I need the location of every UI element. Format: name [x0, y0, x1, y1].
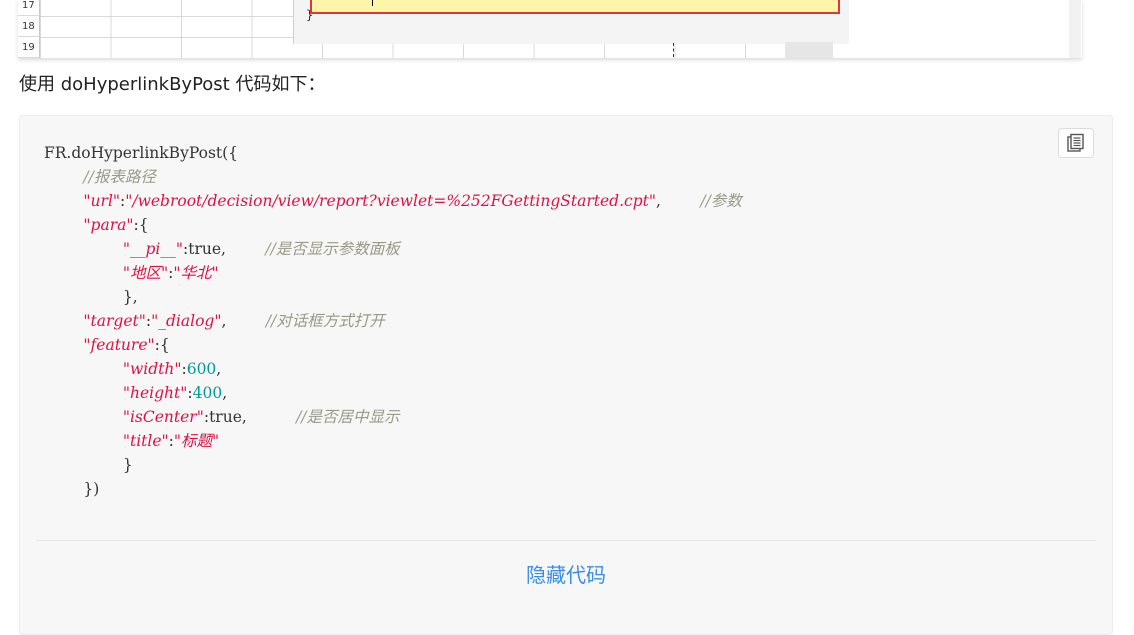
code-editor-dialog: }	[293, 0, 851, 44]
embedded-screenshot: 17 18 19 }	[18, 0, 1082, 58]
code-listing: FR.doHyperlinkByPost({ //报表路径 "url":"/we…	[44, 144, 742, 498]
scrollbar	[785, 42, 833, 58]
comment-center: //是否居中显示	[296, 408, 400, 426]
height-key: "height"	[122, 384, 188, 402]
closing-brace: }	[306, 8, 314, 22]
divider	[36, 540, 1096, 541]
para-key: "para"	[83, 216, 134, 234]
region-value: "华北"	[173, 264, 219, 282]
row-header-19: 19	[18, 37, 40, 58]
highlighted-code-box	[310, 0, 840, 14]
comment-path: //报表路径	[83, 168, 156, 186]
pi-value: true	[188, 240, 222, 258]
hide-code-link[interactable]: 隐藏代码	[20, 559, 1112, 588]
center-value: true	[209, 408, 242, 426]
code-block: FR.doHyperlinkByPost({ //报表路径 "url":"/we…	[19, 115, 1113, 635]
section-caption: 使用 doHyperlinkByPost 代码如下：	[19, 74, 326, 95]
feature-key: "feature"	[83, 336, 155, 354]
region-key: "地区"	[122, 264, 169, 282]
copy-icon	[1067, 133, 1084, 152]
title-key: "title"	[122, 432, 169, 450]
copy-button[interactable]	[1058, 128, 1094, 158]
comment-dialog: //对话框方式打开	[265, 312, 385, 330]
url-key: "url"	[83, 192, 121, 210]
target-value: "_dialog"	[151, 312, 222, 330]
row-header-18: 18	[18, 16, 40, 37]
title-value: "标题"	[173, 432, 220, 450]
close-para: },	[122, 288, 138, 306]
close-feature: }	[122, 456, 133, 474]
code-line-call: FR.doHyperlinkByPost({	[44, 144, 239, 162]
target-key: "target"	[83, 312, 146, 330]
width-value: 600	[186, 360, 217, 378]
dashed-marker	[673, 43, 675, 57]
center-key: "isCenter"	[122, 408, 204, 426]
row-header-17: 17	[18, 0, 40, 16]
right-panel	[849, 0, 1081, 58]
comment-params: //参数	[700, 192, 742, 210]
height-value: 400	[192, 384, 223, 402]
url-value: "/webroot/decision/view/report?viewlet=%…	[125, 192, 656, 210]
comment-show-panel: //是否显示参数面板	[265, 240, 400, 258]
close-call: })	[83, 480, 100, 498]
pi-key: "__pi__"	[122, 240, 183, 258]
width-key: "width"	[122, 360, 182, 378]
